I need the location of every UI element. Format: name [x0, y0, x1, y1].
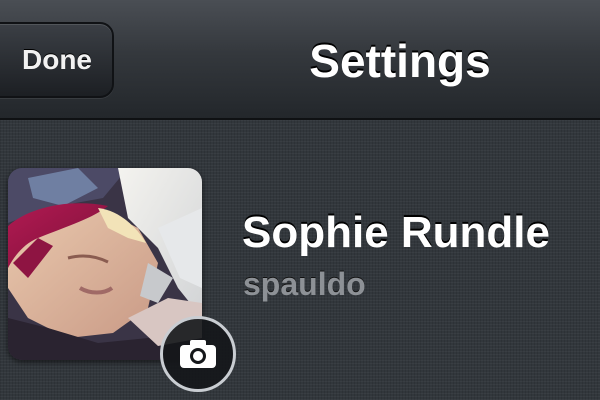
camera-icon [180, 340, 216, 368]
change-photo-button[interactable] [160, 316, 236, 392]
settings-content: Sophie Rundle spauldo [0, 120, 600, 400]
page-title: Settings [309, 35, 491, 87]
done-button[interactable]: Done [0, 22, 114, 98]
profile-name: Sophie Rundle [242, 208, 550, 257]
profile-username: spauldo [243, 266, 366, 302]
navigation-bar: Done Settings [0, 0, 600, 120]
